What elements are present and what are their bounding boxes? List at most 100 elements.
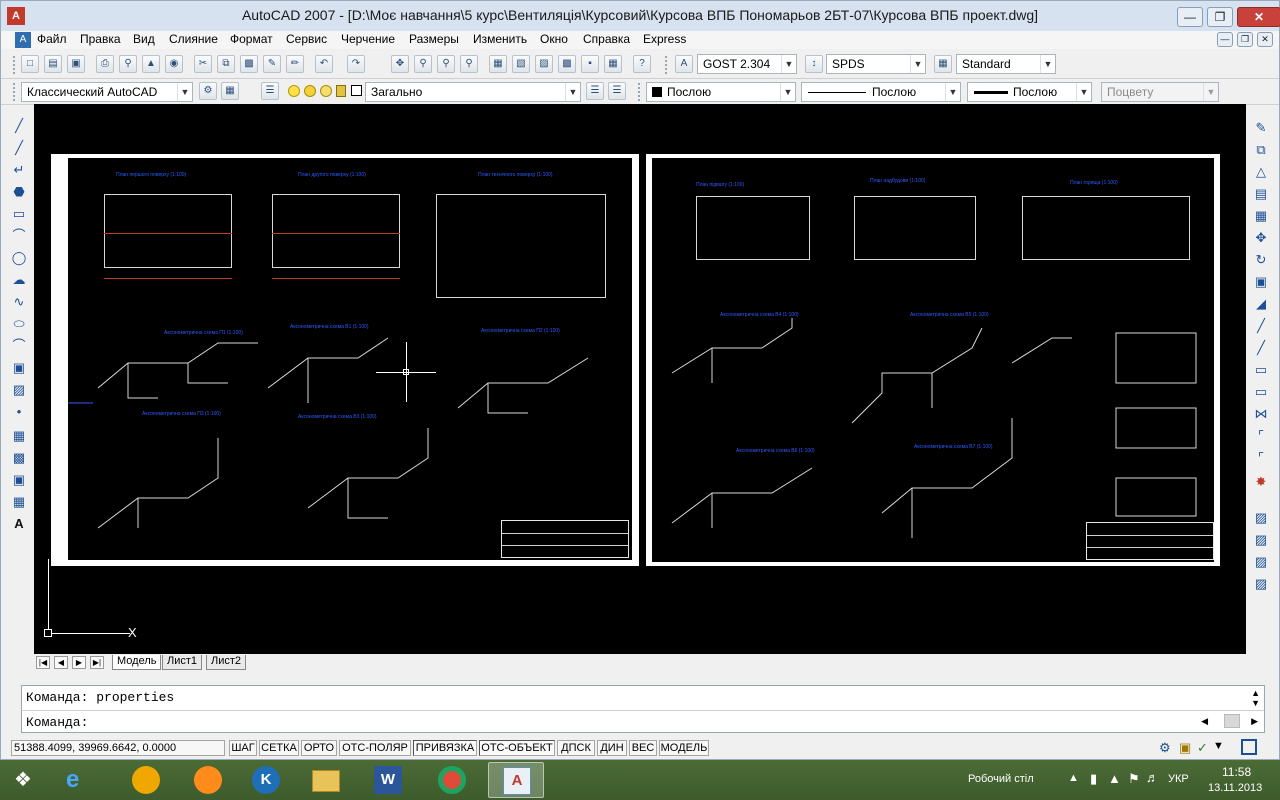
toggle-ortho[interactable]: ОРТО bbox=[301, 740, 337, 756]
dim-style-icon[interactable]: ↕ bbox=[805, 55, 823, 73]
menu-merge[interactable]: Слияние bbox=[169, 32, 218, 46]
markup-icon[interactable]: ▪ bbox=[581, 55, 599, 73]
workspace-settings-icon[interactable]: ⚙ bbox=[199, 82, 217, 100]
menu-file[interactable]: Файл bbox=[37, 32, 67, 46]
menu-service[interactable]: Сервис bbox=[286, 32, 327, 46]
tool-palettes-icon[interactable]: ▨ bbox=[535, 55, 553, 73]
table-icon[interactable]: ▦ bbox=[10, 493, 28, 511]
region-icon[interactable]: ▣ bbox=[10, 471, 28, 489]
toggle-polar[interactable]: ОТС-ПОЛЯР bbox=[339, 740, 411, 756]
layer-on-icon[interactable] bbox=[288, 85, 300, 97]
insert-block-icon[interactable]: ▣ bbox=[10, 359, 28, 377]
hscroll-thumb[interactable] bbox=[1224, 714, 1240, 728]
toggle-ducs[interactable]: ДПСК bbox=[557, 740, 595, 756]
security-icon[interactable]: ✓ bbox=[1197, 740, 1208, 756]
menu-draw[interactable]: Черчение bbox=[341, 32, 395, 46]
volume-icon[interactable]: ♬ bbox=[1146, 770, 1159, 785]
taskbar-autodesk[interactable] bbox=[118, 762, 174, 798]
coordinates-readout[interactable]: 51388.4099, 39969.6642, 0.0000 bbox=[11, 740, 225, 756]
circle-icon[interactable]: ◯ bbox=[10, 249, 28, 267]
desktop-toolbar-label[interactable]: Робочий стіл bbox=[968, 773, 1034, 785]
maximize-button[interactable]: ❐ bbox=[1207, 7, 1233, 27]
table-style-icon[interactable]: ▦ bbox=[934, 55, 952, 73]
prev-layout-button[interactable]: ◀ bbox=[54, 656, 68, 669]
break-at-point-icon[interactable]: ▭ bbox=[1252, 383, 1270, 401]
lineweight-select[interactable]: Послою ▼ bbox=[967, 82, 1092, 102]
open-icon[interactable]: ▤ bbox=[44, 55, 62, 73]
taskbar-kompas[interactable]: K bbox=[238, 762, 294, 798]
layer-properties-icon[interactable]: ☰ bbox=[261, 82, 279, 100]
tab-sheet1[interactable]: Лист1 bbox=[162, 655, 203, 670]
break-icon[interactable]: ▭ bbox=[1252, 361, 1270, 379]
design-center-icon[interactable]: ▧ bbox=[512, 55, 530, 73]
properties-icon[interactable]: ▦ bbox=[489, 55, 507, 73]
trim-icon[interactable]: ╱ bbox=[1252, 317, 1270, 335]
menu-view[interactable]: Вид bbox=[133, 32, 155, 46]
array-icon[interactable]: ▦ bbox=[1252, 207, 1270, 225]
rectangle-icon[interactable]: ▭ bbox=[10, 205, 28, 223]
ellipse-arc-icon[interactable]: ⌒ bbox=[10, 337, 28, 355]
minimize-button[interactable]: — bbox=[1177, 7, 1203, 27]
clock-time[interactable]: 11:58 bbox=[1222, 765, 1251, 779]
table-style-select[interactable]: Standard ▼ bbox=[956, 54, 1056, 74]
taskbar-messenger[interactable] bbox=[180, 762, 236, 798]
tray-settings-icon[interactable]: ▼ bbox=[1213, 740, 1224, 752]
pan-icon[interactable]: ✥ bbox=[391, 55, 409, 73]
doc-close-button[interactable]: ✕ bbox=[1257, 32, 1273, 47]
rotate-icon[interactable]: ↻ bbox=[1252, 251, 1270, 269]
hscroll-right-icon[interactable]: ▶ bbox=[1251, 716, 1258, 727]
erase-icon[interactable]: ✎ bbox=[1252, 119, 1270, 137]
save-icon[interactable]: ▣ bbox=[67, 55, 85, 73]
undo-icon[interactable]: ↶ bbox=[315, 55, 333, 73]
send-to-back-icon[interactable]: ▨ bbox=[1252, 553, 1270, 571]
polygon-icon[interactable]: ⬣ bbox=[10, 183, 28, 201]
taskbar-ie[interactable]: e bbox=[52, 762, 108, 798]
print-icon[interactable]: ⎙ bbox=[96, 55, 114, 73]
block-editor-icon[interactable]: ✏ bbox=[286, 55, 304, 73]
taskbar-word[interactable]: W bbox=[360, 762, 416, 798]
menu-express[interactable]: Express bbox=[643, 32, 686, 46]
taskbar-autocad[interactable]: A bbox=[488, 762, 544, 798]
menu-format[interactable]: Формат bbox=[230, 32, 273, 46]
calculator-icon[interactable]: ▦ bbox=[604, 55, 622, 73]
zoom-realtime-icon[interactable]: ⚲ bbox=[414, 55, 432, 73]
toolbar-grip[interactable] bbox=[13, 83, 17, 101]
ellipse-icon[interactable]: ⬭ bbox=[10, 315, 28, 333]
scale-icon[interactable]: ▣ bbox=[1252, 273, 1270, 291]
taskbar-chrome[interactable] bbox=[424, 762, 480, 798]
dim-style-select[interactable]: SPDS ▼ bbox=[826, 54, 926, 74]
toolbar-grip[interactable] bbox=[638, 83, 642, 101]
sheet-set-icon[interactable]: ▩ bbox=[558, 55, 576, 73]
flag-icon[interactable]: ⚑ bbox=[1128, 771, 1140, 787]
toggle-model[interactable]: МОДЕЛЬ bbox=[659, 740, 709, 756]
layer-lock-icon[interactable] bbox=[336, 85, 346, 97]
etransmit-icon[interactable]: ◉ bbox=[165, 55, 183, 73]
clock-date[interactable]: 13.11.2013 bbox=[1208, 782, 1262, 794]
bring-to-front-icon[interactable]: ▨ bbox=[1252, 531, 1270, 549]
network-icon[interactable]: ▲ bbox=[1108, 771, 1121, 786]
bring-above-icon[interactable]: ▨ bbox=[1252, 575, 1270, 593]
clean-screen-icon[interactable] bbox=[1241, 739, 1257, 755]
color-select[interactable]: Послою ▼ bbox=[646, 82, 796, 102]
polyline-icon[interactable]: ↵ bbox=[10, 161, 28, 179]
scroll-down-icon[interactable]: ▼ bbox=[1251, 698, 1260, 708]
battery-icon[interactable]: ▮ bbox=[1090, 771, 1097, 787]
stretch-icon[interactable]: ◢ bbox=[1252, 295, 1270, 313]
workspace-select[interactable]: Классический AutoCAD ▼ bbox=[21, 82, 193, 102]
menu-help[interactable]: Справка bbox=[583, 32, 630, 46]
menu-dimensions[interactable]: Размеры bbox=[409, 32, 459, 46]
cut-icon[interactable]: ✂ bbox=[194, 55, 212, 73]
toggle-grid[interactable]: СЕТКА bbox=[259, 740, 299, 756]
drawing-canvas[interactable]: План першого поверху (1:100) План другог… bbox=[34, 104, 1246, 654]
my-workspace-icon[interactable]: ▦ bbox=[221, 82, 239, 100]
scroll-up-icon[interactable]: ▲ bbox=[1251, 688, 1260, 698]
new-icon[interactable]: □ bbox=[21, 55, 39, 73]
layer-color-icon[interactable] bbox=[351, 85, 362, 96]
zoom-window-icon[interactable]: ⚲ bbox=[437, 55, 455, 73]
last-layout-button[interactable]: ▶| bbox=[90, 656, 104, 669]
copy-object-icon[interactable]: ⧉ bbox=[1252, 141, 1270, 159]
tab-sheet2[interactable]: Лист2 bbox=[206, 655, 247, 670]
copy-icon[interactable]: ⧉ bbox=[217, 55, 235, 73]
construction-line-icon[interactable]: ╱ bbox=[10, 139, 28, 157]
tray-expand-icon[interactable]: ▲ bbox=[1068, 772, 1079, 784]
